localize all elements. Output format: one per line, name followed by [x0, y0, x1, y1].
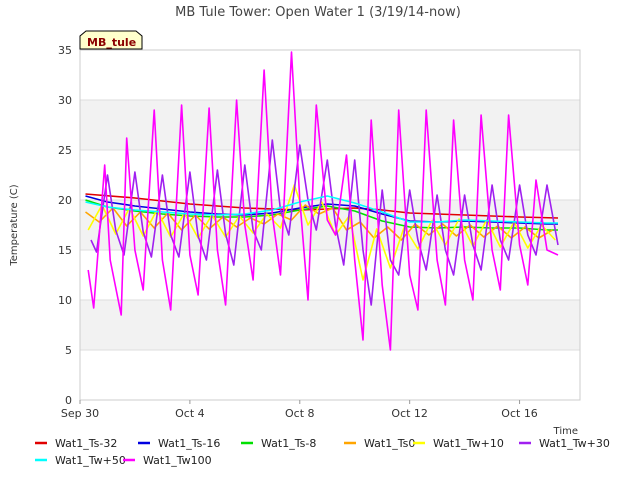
background-band — [80, 300, 580, 350]
legend-label: Wat1_Tw+30 — [539, 437, 610, 450]
legend-item: Wat1_Ts-32 — [35, 437, 117, 450]
legend-label: Wat1_Tw100 — [143, 454, 212, 467]
legend-label: Wat1_Tw+10 — [433, 437, 504, 450]
legend-item: Wat1_Tw100 — [123, 454, 212, 467]
line-chart: 0 5 10 15 20 25 30 35 Sep 30 Oct 4 Oct 8 Oct 12 Oct… — [9, 5, 610, 467]
x-axis-label: Time — [553, 426, 578, 437]
y-tick-label: 0 — [65, 394, 72, 407]
x-tick-label: Sep 30 — [61, 407, 99, 420]
y-tick-label: 25 — [58, 144, 72, 157]
chart-figure: 0 5 10 15 20 25 30 35 Sep 30 Oct 4 Oct 8 Oct 12 Oct… — [0, 0, 640, 480]
legend-label: Wat1_Ts-16 — [158, 437, 220, 450]
x-tick-label: Oct 4 — [175, 407, 205, 420]
x-tick-label: Oct 8 — [285, 407, 315, 420]
y-tick-label: 30 — [58, 94, 72, 107]
y-tick-label: 35 — [58, 44, 72, 57]
site-label-text: MB_tule — [87, 36, 136, 49]
legend-item: Wat1_Ts-8 — [241, 437, 316, 450]
y-tick-label: 20 — [58, 194, 72, 207]
x-tick-label: Oct 12 — [391, 407, 428, 420]
y-tick-label: 15 — [58, 244, 72, 257]
legend-item: Wat1_Tw+50 — [35, 454, 126, 467]
y-axis-ticks: 0 5 10 15 20 25 30 35 — [58, 44, 72, 407]
legend-label: Wat1_Ts-32 — [55, 437, 117, 450]
legend: Wat1_Ts-32 Wat1_Ts-16 Wat1_Ts-8 Wat1_Ts0 Wat… — [35, 437, 610, 467]
y-tick-label: 10 — [58, 294, 72, 307]
legend-item: Wat1_Ts-16 — [138, 437, 220, 450]
legend-item: Wat1_Tw+30 — [519, 437, 610, 450]
y-tick-label: 5 — [65, 344, 72, 357]
legend-item: Wat1_Tw+10 — [413, 437, 504, 450]
site-label-box: MB_tule — [79, 30, 143, 50]
legend-label: Wat1_Ts0 — [364, 437, 415, 450]
x-tick-label: Oct 16 — [501, 407, 538, 420]
y-axis-label: Temperature (C) — [9, 184, 20, 266]
legend-label: Wat1_Tw+50 — [55, 454, 126, 467]
x-axis-ticks: Sep 30 Oct 4 Oct 8 Oct 12 Oct 16 — [61, 400, 538, 420]
chart-title: MB Tule Tower: Open Water 1 (3/19/14-now… — [175, 5, 461, 20]
legend-item: Wat1_Ts0 — [344, 437, 415, 450]
legend-label: Wat1_Ts-8 — [261, 437, 316, 450]
